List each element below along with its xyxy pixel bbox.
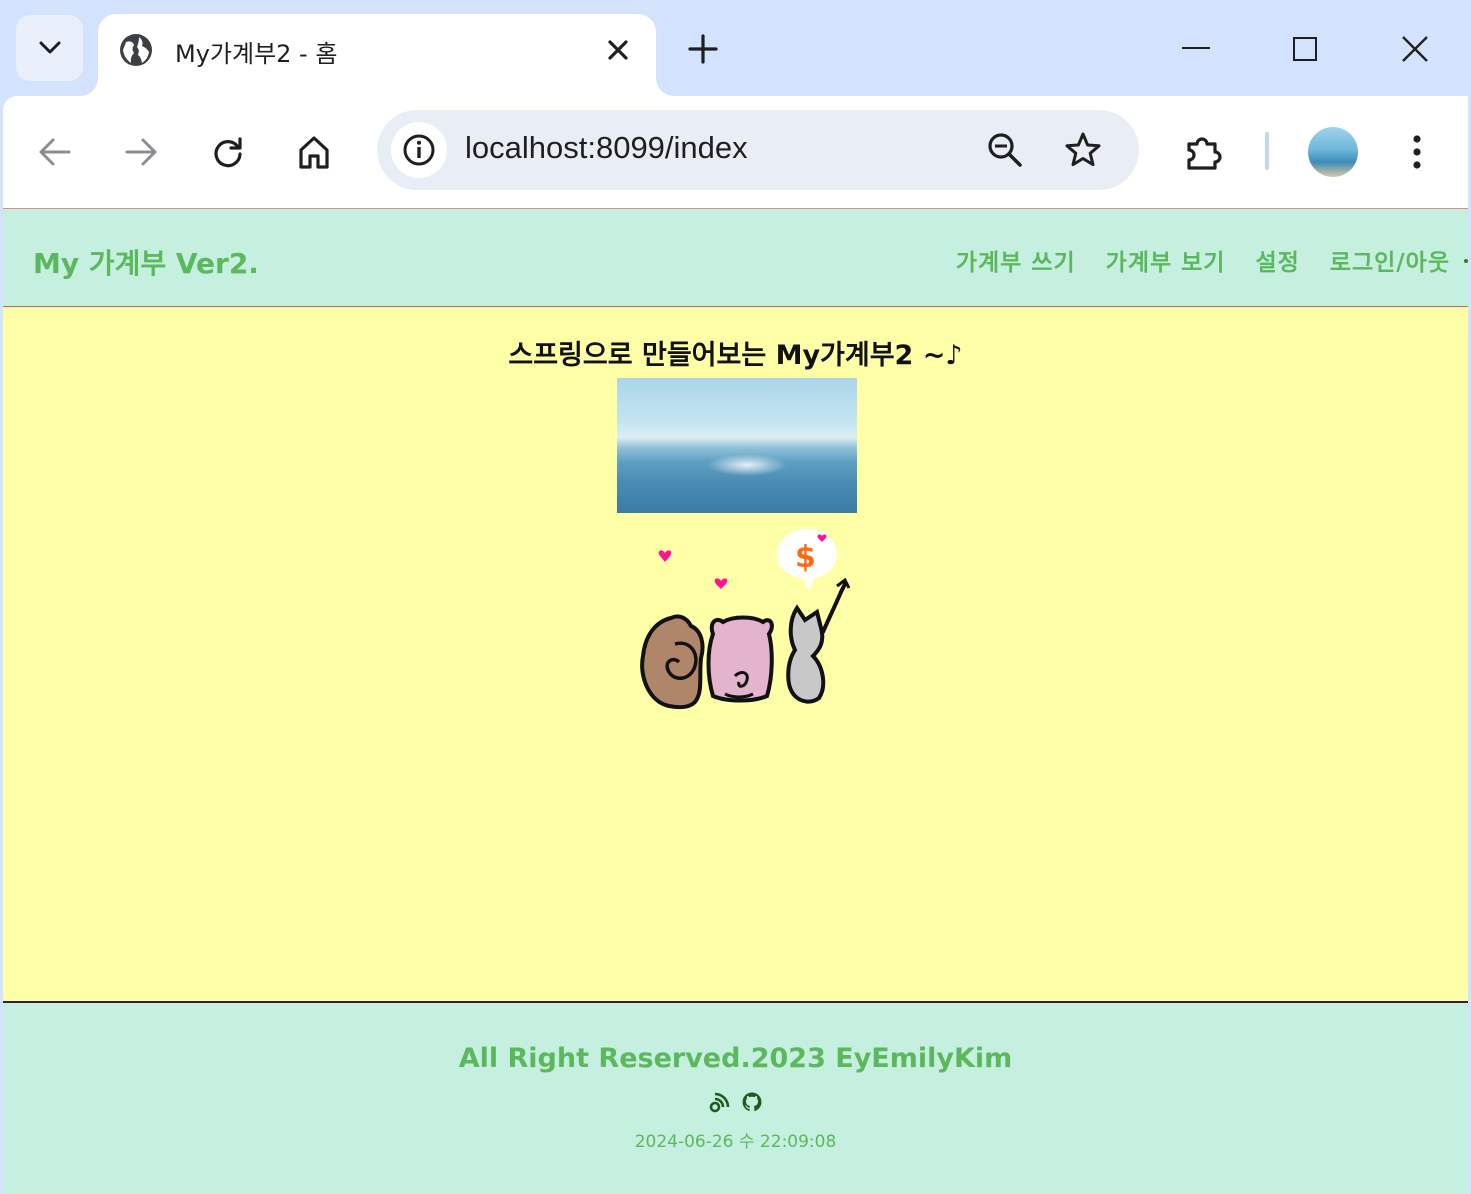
page-headline: 스프링으로 만들어보는 My가계부2 ~♪ [508,340,963,371]
nav-overflow-dot [1464,259,1468,263]
arrow-right-icon [125,138,157,166]
nav-write-ledger[interactable]: 가계부 쓰기 [956,243,1076,277]
site-info-button[interactable] [391,122,447,178]
zoom-out-icon [988,133,1022,167]
back-button[interactable] [33,130,77,174]
puzzle-icon [1187,137,1222,170]
chevron-down-icon [39,41,60,54]
close-icon[interactable] [603,35,633,65]
globe-icon [120,34,152,66]
dollar-icon: $ [795,540,816,575]
heart-icon [714,578,728,589]
web-page: My 가계부 Ver2. 가계부 쓰기 가계부 보기 설정 로그인/아웃 스프링… [3,208,1468,1194]
footer-datetime: 2024-06-26 수 22:09:08 [634,1132,837,1152]
copyright-text: All Right Reserved.2023 EyEmilyKim [458,1043,1013,1074]
tab-title: My가계부2 - 홈 [175,40,338,68]
bookmark-button[interactable] [1061,128,1105,172]
zoom-button[interactable] [983,128,1027,172]
home-icon [299,136,329,169]
browser-tab-active[interactable]: My가계부2 - 홈 [98,14,656,96]
github-icon[interactable] [741,1091,763,1113]
footer-icon-links [3,1091,1468,1113]
url-text[interactable]: localhost:8099/index [465,130,748,166]
extensions-button[interactable] [1181,130,1225,174]
home-button[interactable] [292,130,336,174]
reload-icon [214,137,242,168]
profile-avatar[interactable] [1308,127,1358,177]
pig-figure [706,615,774,703]
info-icon [403,134,435,166]
browser-tab-strip: My가계부2 - 홈 [0,0,1471,96]
more-vertical-icon [1413,135,1421,169]
sea-photo [617,378,857,513]
site-footer: All Right Reserved.2023 EyEmilyKim 2024-… [3,1001,1468,1194]
nav-login-logout[interactable]: 로그인/아웃 [1330,243,1450,277]
blog-icon[interactable] [709,1091,731,1113]
animals-illustration: $ [640,529,851,710]
browser-toolbar: localhost:8099/index [3,96,1468,208]
star-icon [1065,132,1101,167]
toolbar-separator [1265,132,1269,170]
cat-figure [786,604,826,704]
squirrel-figure [640,614,705,710]
main-content: 스프링으로 만들어보는 My가계부2 ~♪ $ [3,307,1468,1001]
sea-glint [707,454,787,476]
nav-settings[interactable]: 설정 [1255,243,1299,277]
window-close-icon[interactable] [1400,34,1430,64]
window-minimize-icon[interactable] [1182,47,1210,49]
site-brand[interactable]: My 가계부 Ver2. [33,242,259,282]
address-bar[interactable]: localhost:8099/index [377,110,1139,190]
site-navbar: My 가계부 Ver2. 가계부 쓰기 가계부 보기 설정 로그인/아웃 [3,208,1468,307]
new-tab-plus-icon[interactable] [686,32,720,66]
heart-icon [658,550,672,562]
tab-search-button[interactable] [16,15,83,81]
nav-menu: 가계부 쓰기 가계부 보기 설정 로그인/아웃 [956,243,1450,277]
arrow-left-icon [39,138,71,166]
menu-button[interactable] [1395,130,1439,174]
reload-button[interactable] [206,130,250,174]
forward-button[interactable] [119,130,163,174]
nav-view-ledger[interactable]: 가계부 보기 [1106,243,1226,277]
window-maximize-icon[interactable] [1293,37,1317,61]
